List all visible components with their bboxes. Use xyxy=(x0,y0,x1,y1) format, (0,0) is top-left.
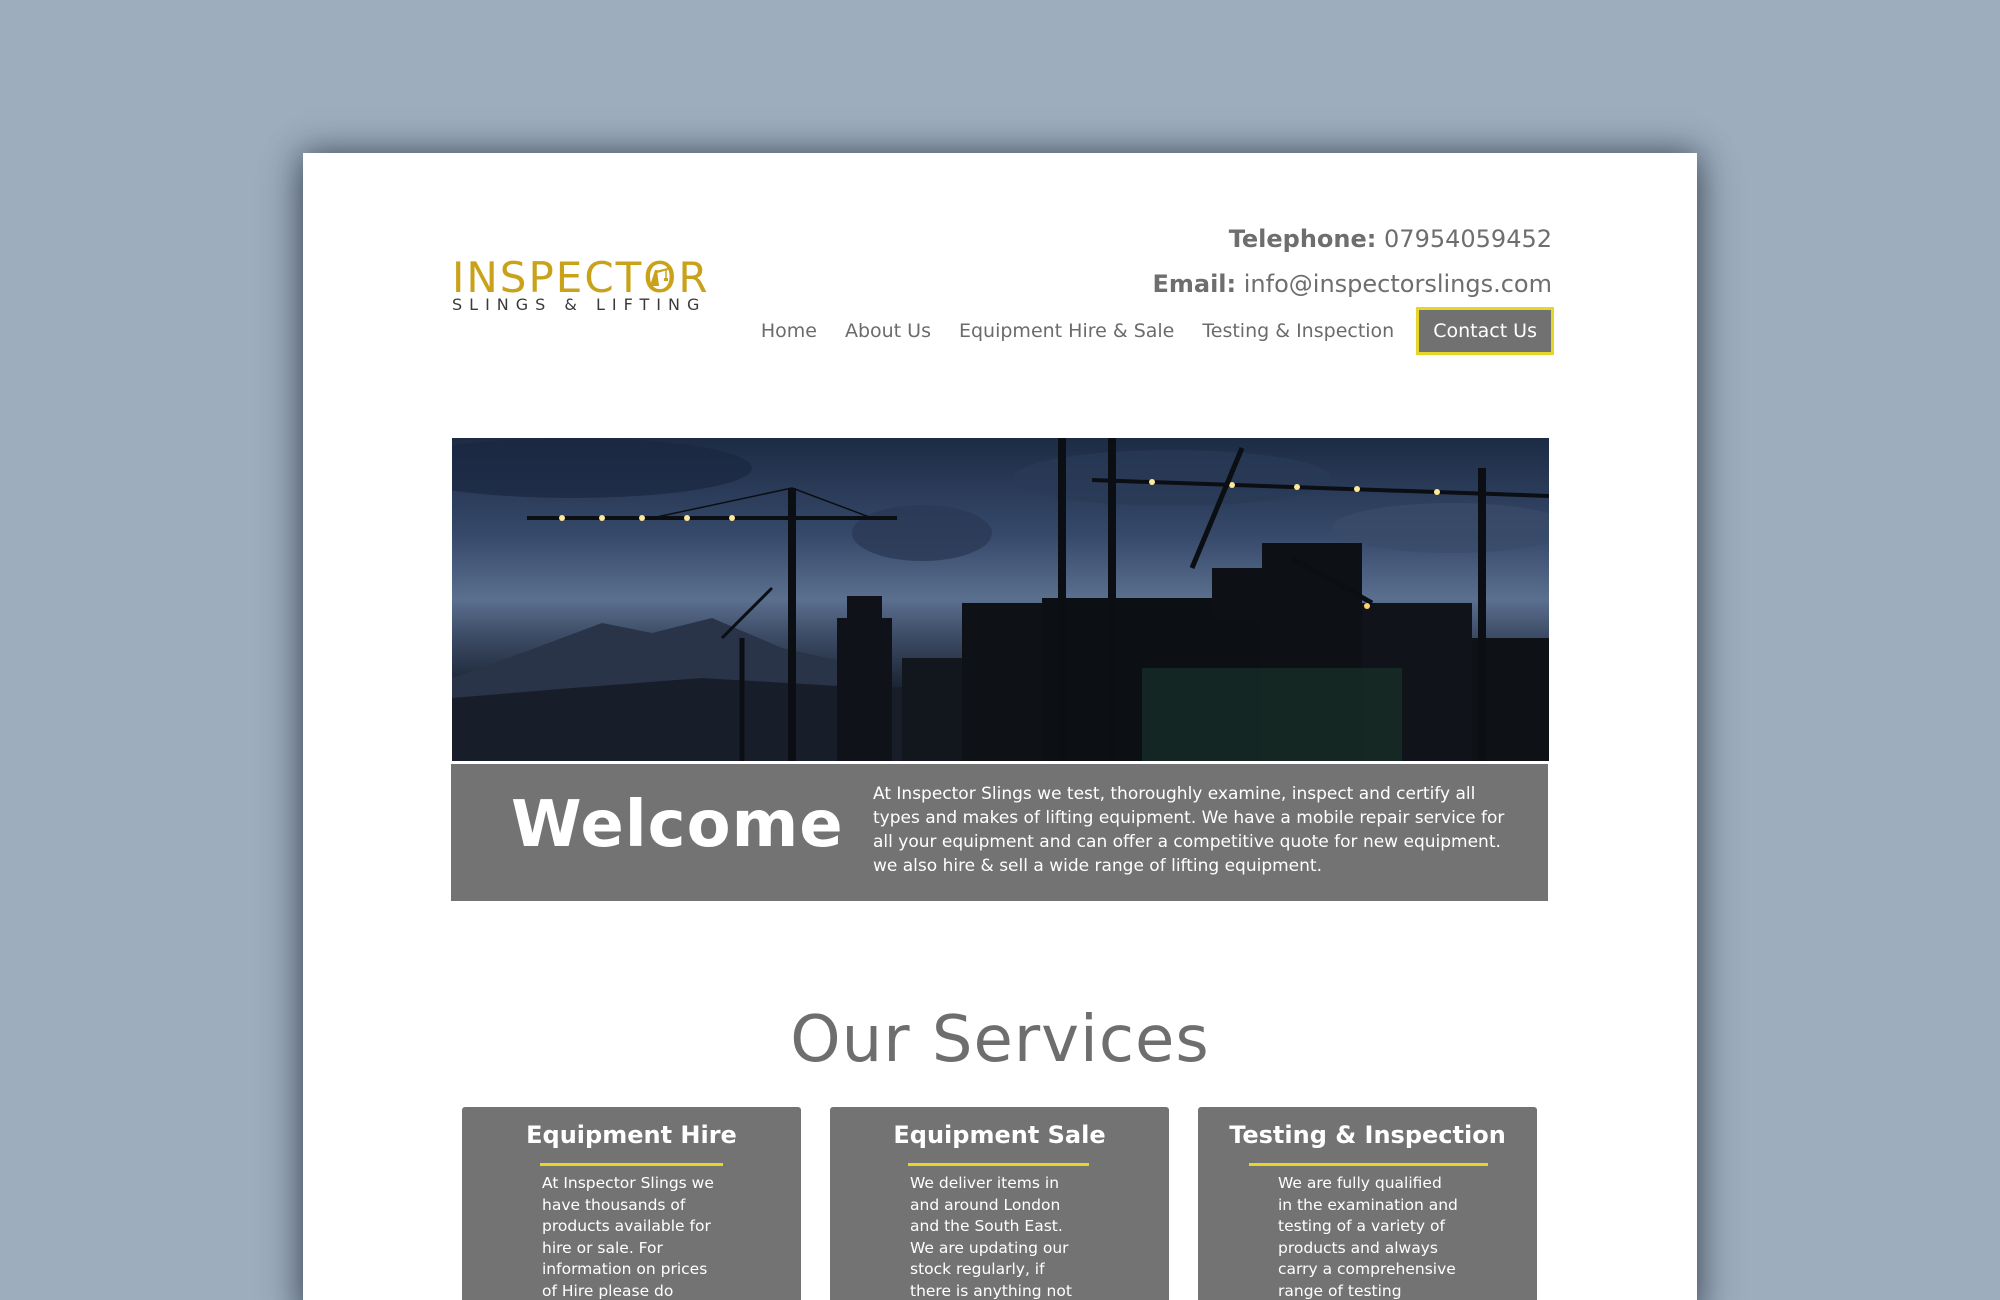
nav-home[interactable]: Home xyxy=(747,307,831,355)
phone-label: Telephone: xyxy=(1228,225,1377,253)
welcome-heading: Welcome xyxy=(511,788,844,862)
website-page: INSPECTOR SLINGS & LIFTING Telephone: 07… xyxy=(303,153,1697,1300)
nav-equipment-hire-sale[interactable]: Equipment Hire & Sale xyxy=(945,307,1188,355)
hero-skyline-illustration xyxy=(452,438,1549,761)
hero-image-construction-cranes xyxy=(452,438,1549,761)
service-card-equipment-sale[interactable]: Equipment Sale We deliver items in and a… xyxy=(830,1107,1169,1300)
title-underline xyxy=(1249,1163,1488,1166)
title-underline xyxy=(540,1163,723,1166)
service-card-text: We are fully qualified in the examinatio… xyxy=(1278,1174,1458,1300)
email-label: Email: xyxy=(1152,270,1237,298)
service-card-text: We deliver items in and around London an… xyxy=(910,1174,1072,1300)
site-logo[interactable]: INSPECTOR SLINGS & LIFTING xyxy=(452,255,712,315)
welcome-banner: Welcome At Inspector Slings we test, tho… xyxy=(451,764,1548,901)
phone-contact: Telephone: 07954059452 xyxy=(1229,225,1552,253)
service-card-title: Equipment Sale xyxy=(893,1121,1106,1149)
service-card-title: Equipment Hire xyxy=(526,1121,737,1149)
services-heading: Our Services xyxy=(790,1003,1210,1077)
welcome-description: At Inspector Slings we test, thoroughly … xyxy=(873,784,1505,876)
crane-icon xyxy=(650,268,668,286)
nav-about-us[interactable]: About Us xyxy=(831,307,945,355)
logo-tagline: SLINGS & LIFTING xyxy=(452,295,707,314)
nav-contact-us[interactable]: Contact Us xyxy=(1416,307,1554,355)
service-card-equipment-hire[interactable]: Equipment Hire At Inspector Slings we ha… xyxy=(462,1107,801,1300)
service-card-text: At Inspector Slings we have thousands of… xyxy=(542,1174,714,1300)
email-address[interactable]: info@inspectorslings.com xyxy=(1244,270,1552,298)
nav-testing-inspection[interactable]: Testing & Inspection xyxy=(1188,307,1408,355)
title-underline xyxy=(908,1163,1089,1166)
phone-number[interactable]: 07954059452 xyxy=(1384,225,1552,253)
email-contact: Email: info@inspectorslings.com xyxy=(1152,270,1552,298)
service-card-title: Testing & Inspection xyxy=(1229,1121,1506,1149)
service-card-testing-inspection[interactable]: Testing & Inspection We are fully qualif… xyxy=(1198,1107,1537,1300)
main-navigation: Home About Us Equipment Hire & Sale Test… xyxy=(747,307,1554,355)
